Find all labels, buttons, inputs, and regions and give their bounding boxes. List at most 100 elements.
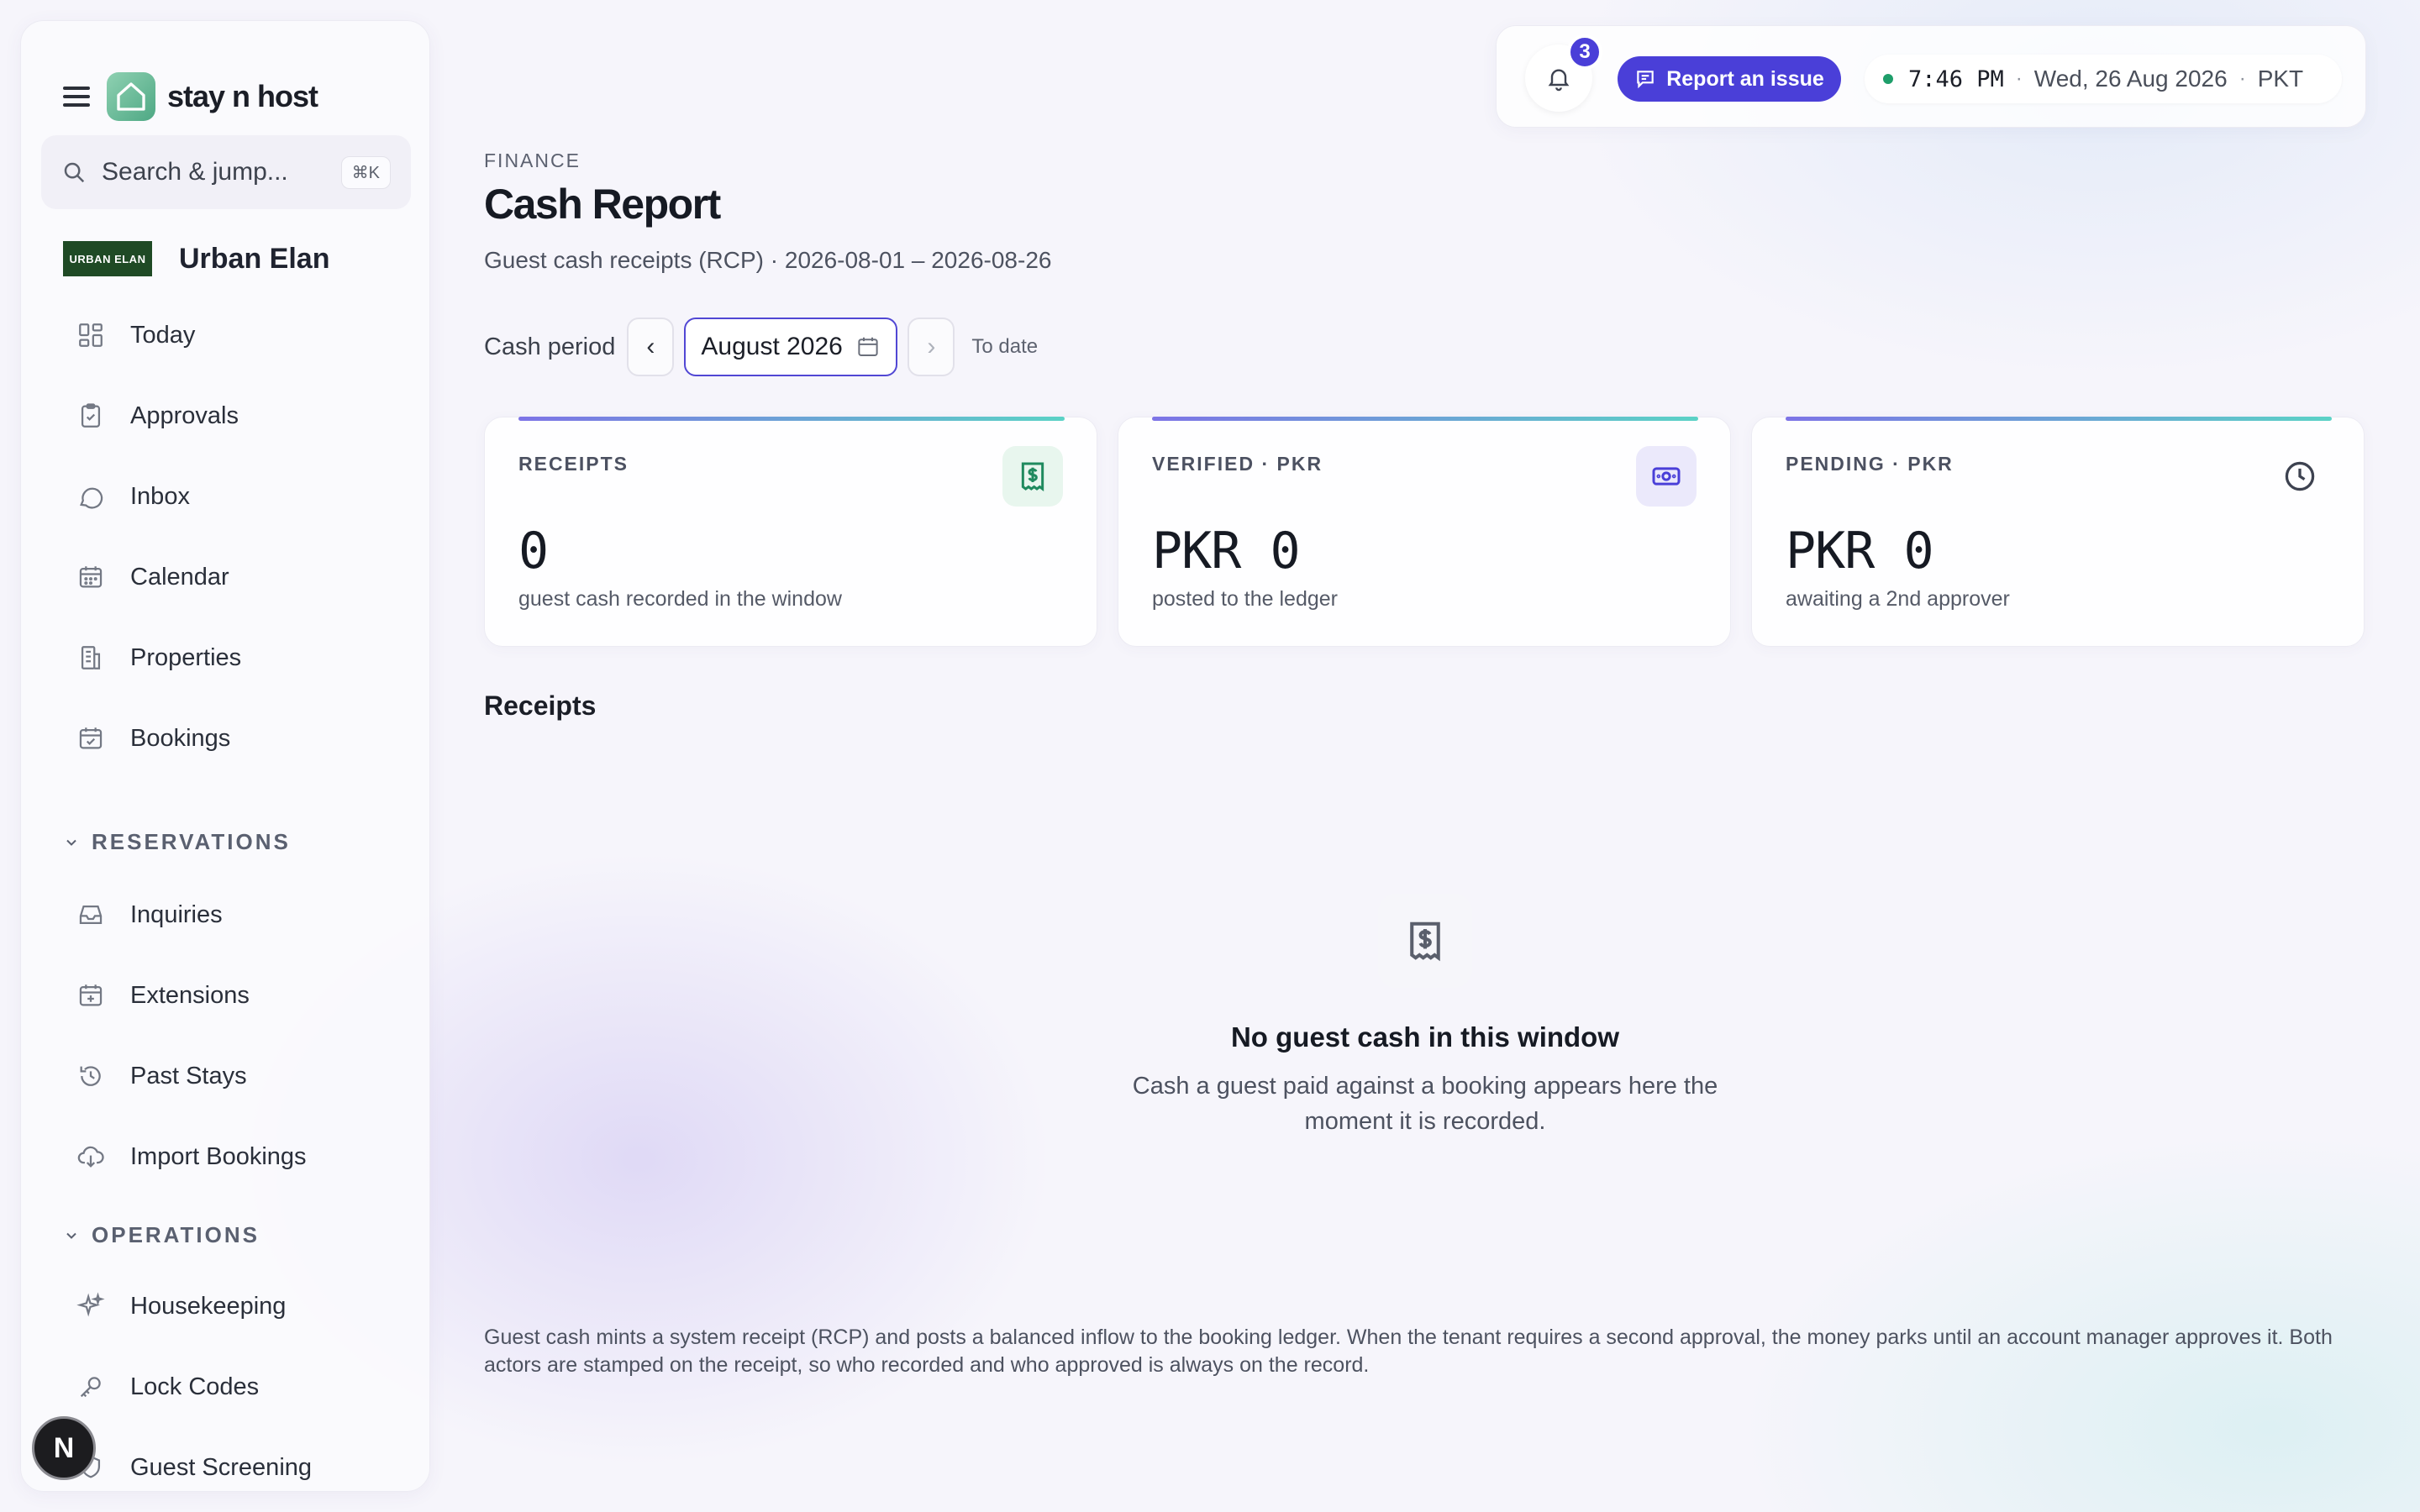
notification-count-badge: 3 bbox=[1567, 34, 1602, 70]
brand-name[interactable]: stay n host bbox=[167, 79, 318, 114]
clock-icon bbox=[2270, 446, 2330, 507]
sidebar-item-label: Calendar bbox=[130, 563, 229, 591]
chevron-left-icon: ‹ bbox=[646, 333, 655, 360]
sidebar-item-inquiries[interactable]: Inquiries bbox=[76, 890, 223, 940]
chevron-down-icon bbox=[66, 839, 76, 846]
calendar-icon bbox=[858, 337, 878, 356]
cloud-download-icon bbox=[77, 1146, 104, 1168]
sidebar-item-label: Inquiries bbox=[130, 900, 223, 928]
sidebar-item-bookings[interactable]: Bookings bbox=[76, 713, 230, 764]
key-icon bbox=[80, 1377, 101, 1398]
search-input[interactable]: Search & jump... ⌘K bbox=[41, 135, 411, 209]
dashboard-icon bbox=[79, 323, 103, 347]
clock-timezone: PKT bbox=[2257, 66, 2304, 92]
card-accent-bar bbox=[1786, 417, 2332, 421]
shortcut-hint: ⌘K bbox=[340, 155, 391, 189]
sidebar-item-label: Past Stays bbox=[130, 1062, 247, 1089]
live-status-dot bbox=[1883, 74, 1893, 84]
separator: · bbox=[2238, 67, 2246, 90]
clock-widget: 7:46 PM · Wed, 26 Aug 2026 · PKT bbox=[1865, 55, 2342, 103]
sidebar-item-label: Extensions bbox=[130, 981, 250, 1009]
cash-period-label: Cash period bbox=[484, 333, 616, 360]
chat-bubble-icon bbox=[80, 487, 103, 509]
receipt-dollar-icon bbox=[1378, 894, 1472, 988]
sidebar-item-label: Bookings bbox=[130, 724, 231, 752]
card-label: PENDING · PKR bbox=[1786, 453, 1954, 475]
sidebar-item-label: Import Bookings bbox=[130, 1142, 307, 1170]
receipts-stat-card: RECEIPTS 0 guest cash recorded in the wi… bbox=[484, 417, 1097, 647]
sidebar-item-label: Lock Codes bbox=[130, 1373, 260, 1400]
month-value: August 2026 bbox=[701, 333, 843, 360]
page-subtitle: Guest cash receipts (RCP) · 2026-08-01 –… bbox=[484, 247, 1052, 273]
card-value: PKR 0 bbox=[1786, 522, 1934, 580]
building-icon bbox=[81, 646, 101, 669]
month-picker[interactable]: August 2026 bbox=[684, 318, 898, 376]
card-value: 0 bbox=[518, 522, 549, 580]
user-avatar[interactable]: N bbox=[32, 1416, 96, 1480]
banknote-icon bbox=[1636, 446, 1697, 507]
menu-icon[interactable] bbox=[63, 87, 90, 107]
bell-icon bbox=[1548, 69, 1570, 92]
card-accent-bar bbox=[1152, 417, 1698, 421]
sidebar-item-inbox[interactable]: Inbox bbox=[76, 471, 190, 522]
sidebar-item-import-bookings[interactable]: Import Bookings bbox=[76, 1131, 307, 1182]
next-period-button[interactable]: › bbox=[908, 318, 955, 376]
card-description: posted to the ledger bbox=[1152, 587, 1338, 611]
card-label: VERIFIED · PKR bbox=[1152, 453, 1323, 475]
house-logo-icon[interactable] bbox=[107, 72, 155, 121]
sidebar-item-past-stays[interactable]: Past Stays bbox=[76, 1051, 247, 1101]
sidebar: stay n host Search & jump... ⌘K URBAN EL… bbox=[20, 20, 430, 1492]
sidebar-item-housekeeping[interactable]: Housekeeping bbox=[76, 1281, 286, 1331]
receipts-heading: Receipts bbox=[484, 690, 597, 721]
previous-period-button[interactable]: ‹ bbox=[627, 318, 675, 376]
sidebar-item-extensions[interactable]: Extensions bbox=[76, 970, 250, 1021]
sparkles-icon bbox=[76, 1292, 105, 1317]
sidebar-item-approvals[interactable]: Approvals bbox=[76, 391, 239, 441]
clock-date: Wed, 26 Aug 2026 bbox=[2033, 66, 2228, 92]
calendar-plus-icon bbox=[79, 984, 103, 1006]
empty-state-title: No guest cash in this window bbox=[1230, 1021, 1620, 1053]
card-label: RECEIPTS bbox=[518, 453, 629, 475]
card-value: PKR 0 bbox=[1152, 522, 1301, 580]
section-label: RESERVATIONS bbox=[92, 829, 291, 854]
tenant-logo: URBAN ELAN bbox=[63, 241, 152, 276]
card-description: awaiting a 2nd approver bbox=[1786, 587, 2010, 611]
card-accent-bar bbox=[518, 417, 1065, 421]
sidebar-item-label: Housekeeping bbox=[130, 1292, 287, 1320]
sidebar-item-guest-screening[interactable]: Guest Screening bbox=[76, 1442, 312, 1493]
history-icon bbox=[80, 1066, 101, 1086]
message-square-icon bbox=[1637, 71, 1654, 89]
report-issue-button[interactable]: Report an issue bbox=[1618, 56, 1841, 102]
chevron-right-icon: › bbox=[927, 333, 936, 360]
to-date-label: To date bbox=[971, 335, 1039, 358]
sidebar-item-label: Guest Screening bbox=[130, 1453, 313, 1481]
footnote: Guest cash mints a system receipt (RCP) … bbox=[484, 1326, 2333, 1377]
tenant-switcher[interactable]: URBAN ELAN Urban Elan bbox=[63, 241, 329, 276]
receipt-dollar-icon bbox=[1002, 446, 1063, 507]
calendar-icon bbox=[79, 566, 103, 588]
verified-stat-card: VERIFIED · PKR PKR 0 posted to the ledge… bbox=[1118, 417, 1731, 647]
separator: · bbox=[2015, 67, 2023, 90]
section-operations[interactable]: OPERATIONS bbox=[63, 1222, 260, 1248]
sidebar-item-calendar[interactable]: Calendar bbox=[76, 552, 229, 602]
cash-period-selector: Cash period ‹ August 2026 › To date bbox=[484, 318, 1038, 376]
pending-stat-card: PENDING · PKR PKR 0 awaiting a 2nd appro… bbox=[1751, 417, 2365, 647]
tenant-name: Urban Elan bbox=[179, 242, 330, 275]
chevron-down-icon bbox=[66, 1232, 76, 1239]
empty-state-description: Cash a guest paid against a booking appe… bbox=[1132, 1073, 1718, 1135]
sidebar-item-today[interactable]: Today bbox=[76, 310, 195, 360]
page-eyebrow: FINANCE bbox=[484, 150, 581, 171]
sidebar-item-label: Inbox bbox=[130, 482, 190, 510]
sidebar-item-label: Approvals bbox=[130, 402, 239, 429]
page-title: Cash Report bbox=[484, 181, 721, 228]
sidebar-item-label: Properties bbox=[130, 643, 242, 671]
inbox-tray-icon bbox=[79, 905, 103, 925]
sidebar-item-label: Today bbox=[130, 321, 196, 349]
sidebar-item-properties[interactable]: Properties bbox=[76, 633, 241, 683]
brand: stay n host bbox=[63, 71, 318, 122]
section-label: OPERATIONS bbox=[92, 1222, 260, 1247]
card-description: guest cash recorded in the window bbox=[518, 587, 842, 611]
section-reservations[interactable]: RESERVATIONS bbox=[63, 829, 291, 855]
top-bar: 3 Report an issue 7:46 PM · Wed, 26 Aug … bbox=[1496, 25, 2366, 128]
sidebar-item-lock-codes[interactable]: Lock Codes bbox=[76, 1362, 259, 1412]
